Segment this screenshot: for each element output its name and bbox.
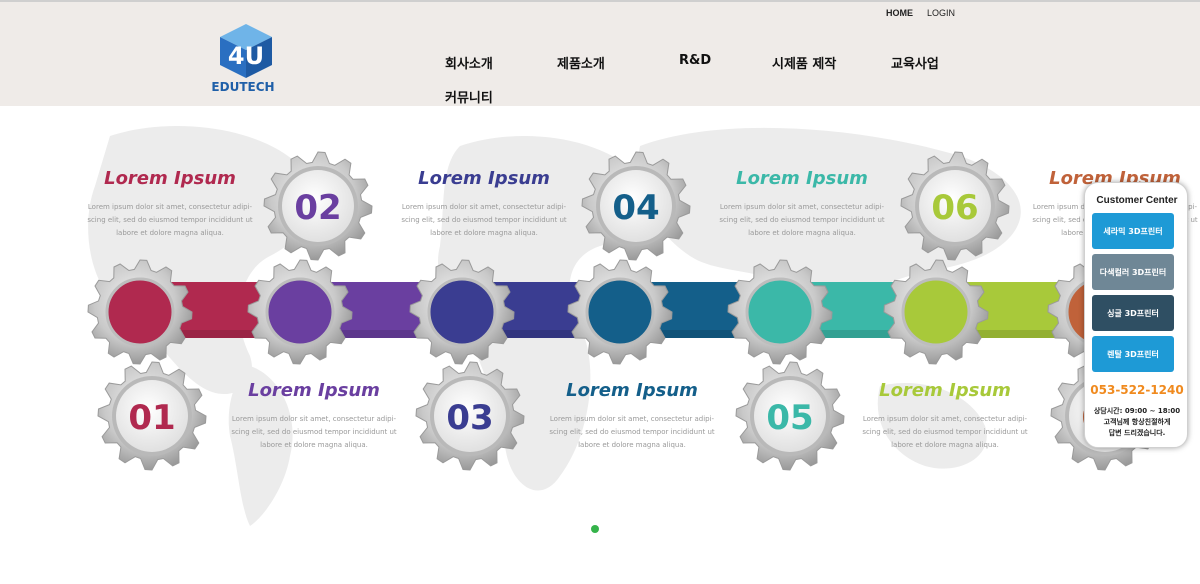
process-infographic: 01020304050607 Lorem IpsumLorem ipsum do… xyxy=(87,126,1198,526)
number-gear-05: 05 xyxy=(735,361,845,471)
consultation-hours: 상담시간: 09:00 ~ 18:00 고객님께 항상친절하게 답변 드리겠습니… xyxy=(1085,406,1189,439)
nav-prototype[interactable]: 시제품 제작 xyxy=(772,53,836,72)
ceramic-3d-printer-button[interactable]: 세라믹 3D프린터 xyxy=(1092,213,1174,249)
track-gear-2 xyxy=(247,259,353,365)
step-number-03: 03 xyxy=(446,398,493,438)
nav-products[interactable]: 제품소개 xyxy=(557,53,605,72)
step-number-01: 01 xyxy=(128,398,175,438)
step-title-02: Lorem Ipsum xyxy=(248,380,380,401)
single-3d-printer-button[interactable]: 싱글 3D프린터 xyxy=(1092,295,1174,331)
step-desc-01-2: scing elit, sed do eiusmod tempor incidi… xyxy=(87,216,253,224)
step-title-06: Lorem Ipsum xyxy=(879,380,1011,401)
step-desc-04-3: labore et dolore magna aliqua. xyxy=(578,441,686,449)
step-desc-03-3: labore et dolore magna aliqua. xyxy=(430,229,538,237)
step-desc-05-1: Lorem ipsum dolor sit amet, consectetur … xyxy=(720,203,885,211)
step-desc-04-1: Lorem ipsum dolor sit amet, consectetur … xyxy=(550,415,715,423)
step-title-03: Lorem Ipsum xyxy=(418,168,550,189)
nav-community[interactable]: 커뮤니티 xyxy=(445,87,493,106)
step-desc-01-3: labore et dolore magna aliqua. xyxy=(116,229,224,237)
step-number-04: 04 xyxy=(612,188,659,228)
slider-dot-active[interactable] xyxy=(591,525,599,533)
logo-cube-icon: 4U xyxy=(220,24,272,78)
edutech-logo[interactable]: 4U EDUTECH xyxy=(210,22,280,98)
step-number-02: 02 xyxy=(294,188,341,228)
login-link[interactable]: LOGIN xyxy=(927,8,955,18)
hours-line-3: 답변 드리겠습니다. xyxy=(1108,429,1166,437)
nav-education[interactable]: 교육사업 xyxy=(891,53,939,72)
utility-nav: HOME LOGIN xyxy=(886,8,955,18)
step-desc-06-3: labore et dolore magna aliqua. xyxy=(891,441,999,449)
step-title-04: Lorem Ipsum xyxy=(566,380,698,401)
number-gear-01: 01 xyxy=(97,361,207,471)
site-header: HOME LOGIN 4U EDUTECH 회사소개 제품소개 R&D 시제품 … xyxy=(0,2,1200,106)
step-desc-01-1: Lorem ipsum dolor sit amet, consectetur … xyxy=(88,203,253,211)
hero-banner: 01020304050607 Lorem IpsumLorem ipsum do… xyxy=(0,106,1200,552)
step-desc-02-1: Lorem ipsum dolor sit amet, consectetur … xyxy=(232,415,397,423)
step-desc-04-2: scing elit, sed do eiusmod tempor incidi… xyxy=(549,428,715,436)
step-desc-06-2: scing elit, sed do eiusmod tempor incidi… xyxy=(862,428,1028,436)
step-number-06: 06 xyxy=(931,188,978,228)
step-desc-03-1: Lorem ipsum dolor sit amet, consectetur … xyxy=(402,203,567,211)
step-desc-06-1: Lorem ipsum dolor sit amet, consectetur … xyxy=(863,415,1028,423)
logo-text: EDUTECH xyxy=(211,80,275,94)
hours-line-1: 상담시간: 09:00 ~ 18:00 xyxy=(1093,407,1181,415)
step-title-05: Lorem Ipsum xyxy=(736,168,868,189)
customer-center-title: Customer Center xyxy=(1096,195,1178,206)
hours-line-2: 고객님께 항상친절하게 xyxy=(1103,418,1171,426)
rental-3d-printer-button[interactable]: 렌탈 3D프린터 xyxy=(1092,336,1174,372)
nav-company[interactable]: 회사소개 xyxy=(445,53,493,72)
home-link[interactable]: HOME xyxy=(886,8,913,18)
customer-center-panel: Customer Center 세라믹 3D프린터 다색컬러 3D프린터 싱글 … xyxy=(1084,182,1188,448)
step-desc-02-2: scing elit, sed do eiusmod tempor incidi… xyxy=(231,428,397,436)
step-desc-03-2: scing elit, sed do eiusmod tempor incidi… xyxy=(401,216,567,224)
logo-mark: 4U xyxy=(228,42,264,70)
step-title-01: Lorem Ipsum xyxy=(104,168,236,189)
step-number-05: 05 xyxy=(766,398,813,438)
step-desc-02-3: labore et dolore magna aliqua. xyxy=(260,441,368,449)
customer-phone-number[interactable]: 053-522-1240 xyxy=(1085,383,1189,397)
step-desc-05-3: labore et dolore magna aliqua. xyxy=(748,229,856,237)
nav-rnd[interactable]: R&D xyxy=(679,53,711,68)
multicolor-3d-printer-button[interactable]: 다색컬러 3D프린터 xyxy=(1092,254,1174,290)
step-desc-05-2: scing elit, sed do eiusmod tempor incidi… xyxy=(719,216,885,224)
